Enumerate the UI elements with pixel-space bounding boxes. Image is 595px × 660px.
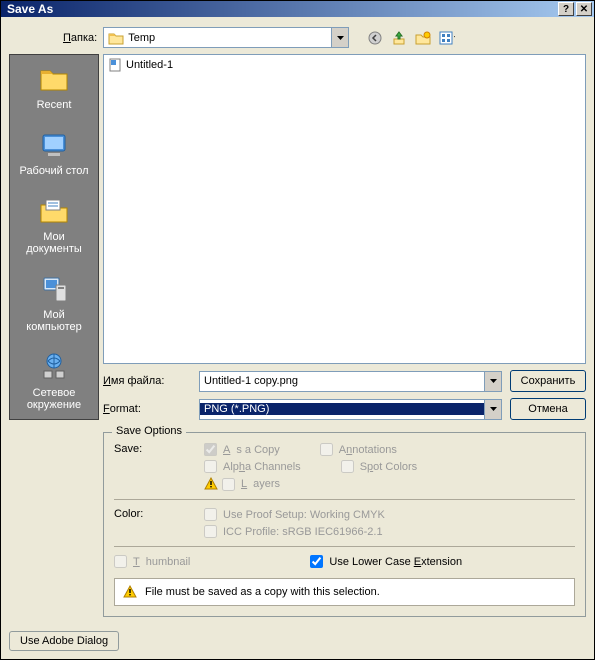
folder-value: Temp <box>128 32 155 44</box>
close-button[interactable]: ✕ <box>576 2 592 16</box>
thumbnail-checkbox: Thumbnail <box>114 555 190 568</box>
folder-icon <box>38 63 70 95</box>
spot-checkbox: Spot Colors <box>341 460 418 473</box>
layers-checkbox: Layers <box>222 478 280 491</box>
sidebar-item-label: Recent <box>37 99 72 111</box>
filename-label: Имя файла: <box>103 375 191 387</box>
filename-value: Untitled-1 copy.png <box>204 375 298 387</box>
warning-icon <box>204 477 218 491</box>
folder-label: Папка: <box>63 32 97 44</box>
color-label: Color: <box>114 508 204 538</box>
sidebar-item-desktop[interactable]: Рабочий стол <box>15 129 92 177</box>
warning-text: File must be saved as a copy with this s… <box>145 586 380 598</box>
file-icon <box>108 58 122 72</box>
folder-bar: Папка: Temp <box>9 27 586 48</box>
new-folder-icon[interactable] <box>415 30 431 46</box>
folder-combo[interactable]: Temp <box>103 27 349 48</box>
save-label: Save: <box>114 443 204 491</box>
sidebar-item-computer[interactable]: Мой компьютер <box>10 273 98 333</box>
file-list[interactable]: Untitled-1 <box>103 54 586 364</box>
sidebar-item-label: Мои документы <box>14 231 94 255</box>
filename-dropdown-button[interactable] <box>484 372 501 391</box>
sidebar-item-label: Рабочий стол <box>19 165 88 177</box>
back-icon[interactable] <box>367 30 383 46</box>
use-adobe-dialog-button[interactable]: Use Adobe Dialog <box>9 631 119 651</box>
sidebar-item-network[interactable]: Сетевое окружение <box>10 351 98 411</box>
save-as-dialog: Save As ? ✕ Папка: Temp <box>0 0 595 660</box>
documents-icon <box>38 195 70 227</box>
file-name: Untitled-1 <box>126 59 173 71</box>
help-button[interactable]: ? <box>558 2 574 16</box>
format-value: PNG (*.PNG) <box>204 403 269 415</box>
as-copy-checkbox: As a Copy <box>204 443 280 456</box>
network-icon <box>38 351 70 383</box>
folder-dropdown-button[interactable] <box>331 28 348 47</box>
save-options-legend: Save Options <box>112 425 186 437</box>
filename-combo[interactable]: Untitled-1 copy.png <box>199 371 502 392</box>
proof-checkbox: Use Proof Setup: Working CMYK <box>204 508 575 521</box>
sidebar-item-recent[interactable]: Recent <box>33 63 76 111</box>
format-dropdown-button[interactable] <box>484 400 501 419</box>
format-combo[interactable]: PNG (*.PNG) <box>199 399 502 420</box>
places-sidebar: Recent Рабочий стол Мои документы Мой ко… <box>9 54 99 420</box>
folder-open-icon <box>108 31 124 45</box>
save-button[interactable]: Сохранить <box>510 370 586 392</box>
titlebar: Save As ? ✕ <box>1 1 594 17</box>
alpha-checkbox: Alpha Channels <box>204 460 301 473</box>
icc-checkbox: ICC Profile: sRGB IEC61966-2.1 <box>204 525 575 538</box>
view-menu-icon[interactable] <box>439 30 455 46</box>
warning-icon <box>123 585 137 599</box>
save-options-group: Save Options Save: As a Copy Annotations… <box>103 432 586 617</box>
annotations-checkbox: Annotations <box>320 443 397 456</box>
desktop-icon <box>38 129 70 161</box>
format-label: Format: <box>103 403 191 415</box>
cancel-button[interactable]: Отмена <box>510 398 586 420</box>
sidebar-item-documents[interactable]: Мои документы <box>10 195 98 255</box>
warning-message: File must be saved as a copy with this s… <box>114 578 575 606</box>
computer-icon <box>38 273 70 305</box>
list-item[interactable]: Untitled-1 <box>106 57 583 73</box>
sidebar-item-label: Мой компьютер <box>14 309 94 333</box>
sidebar-item-label: Сетевое окружение <box>14 387 94 411</box>
up-icon[interactable] <box>391 30 407 46</box>
window-title: Save As <box>7 2 558 16</box>
lowercase-checkbox[interactable]: Use Lower Case Extension <box>310 555 462 568</box>
